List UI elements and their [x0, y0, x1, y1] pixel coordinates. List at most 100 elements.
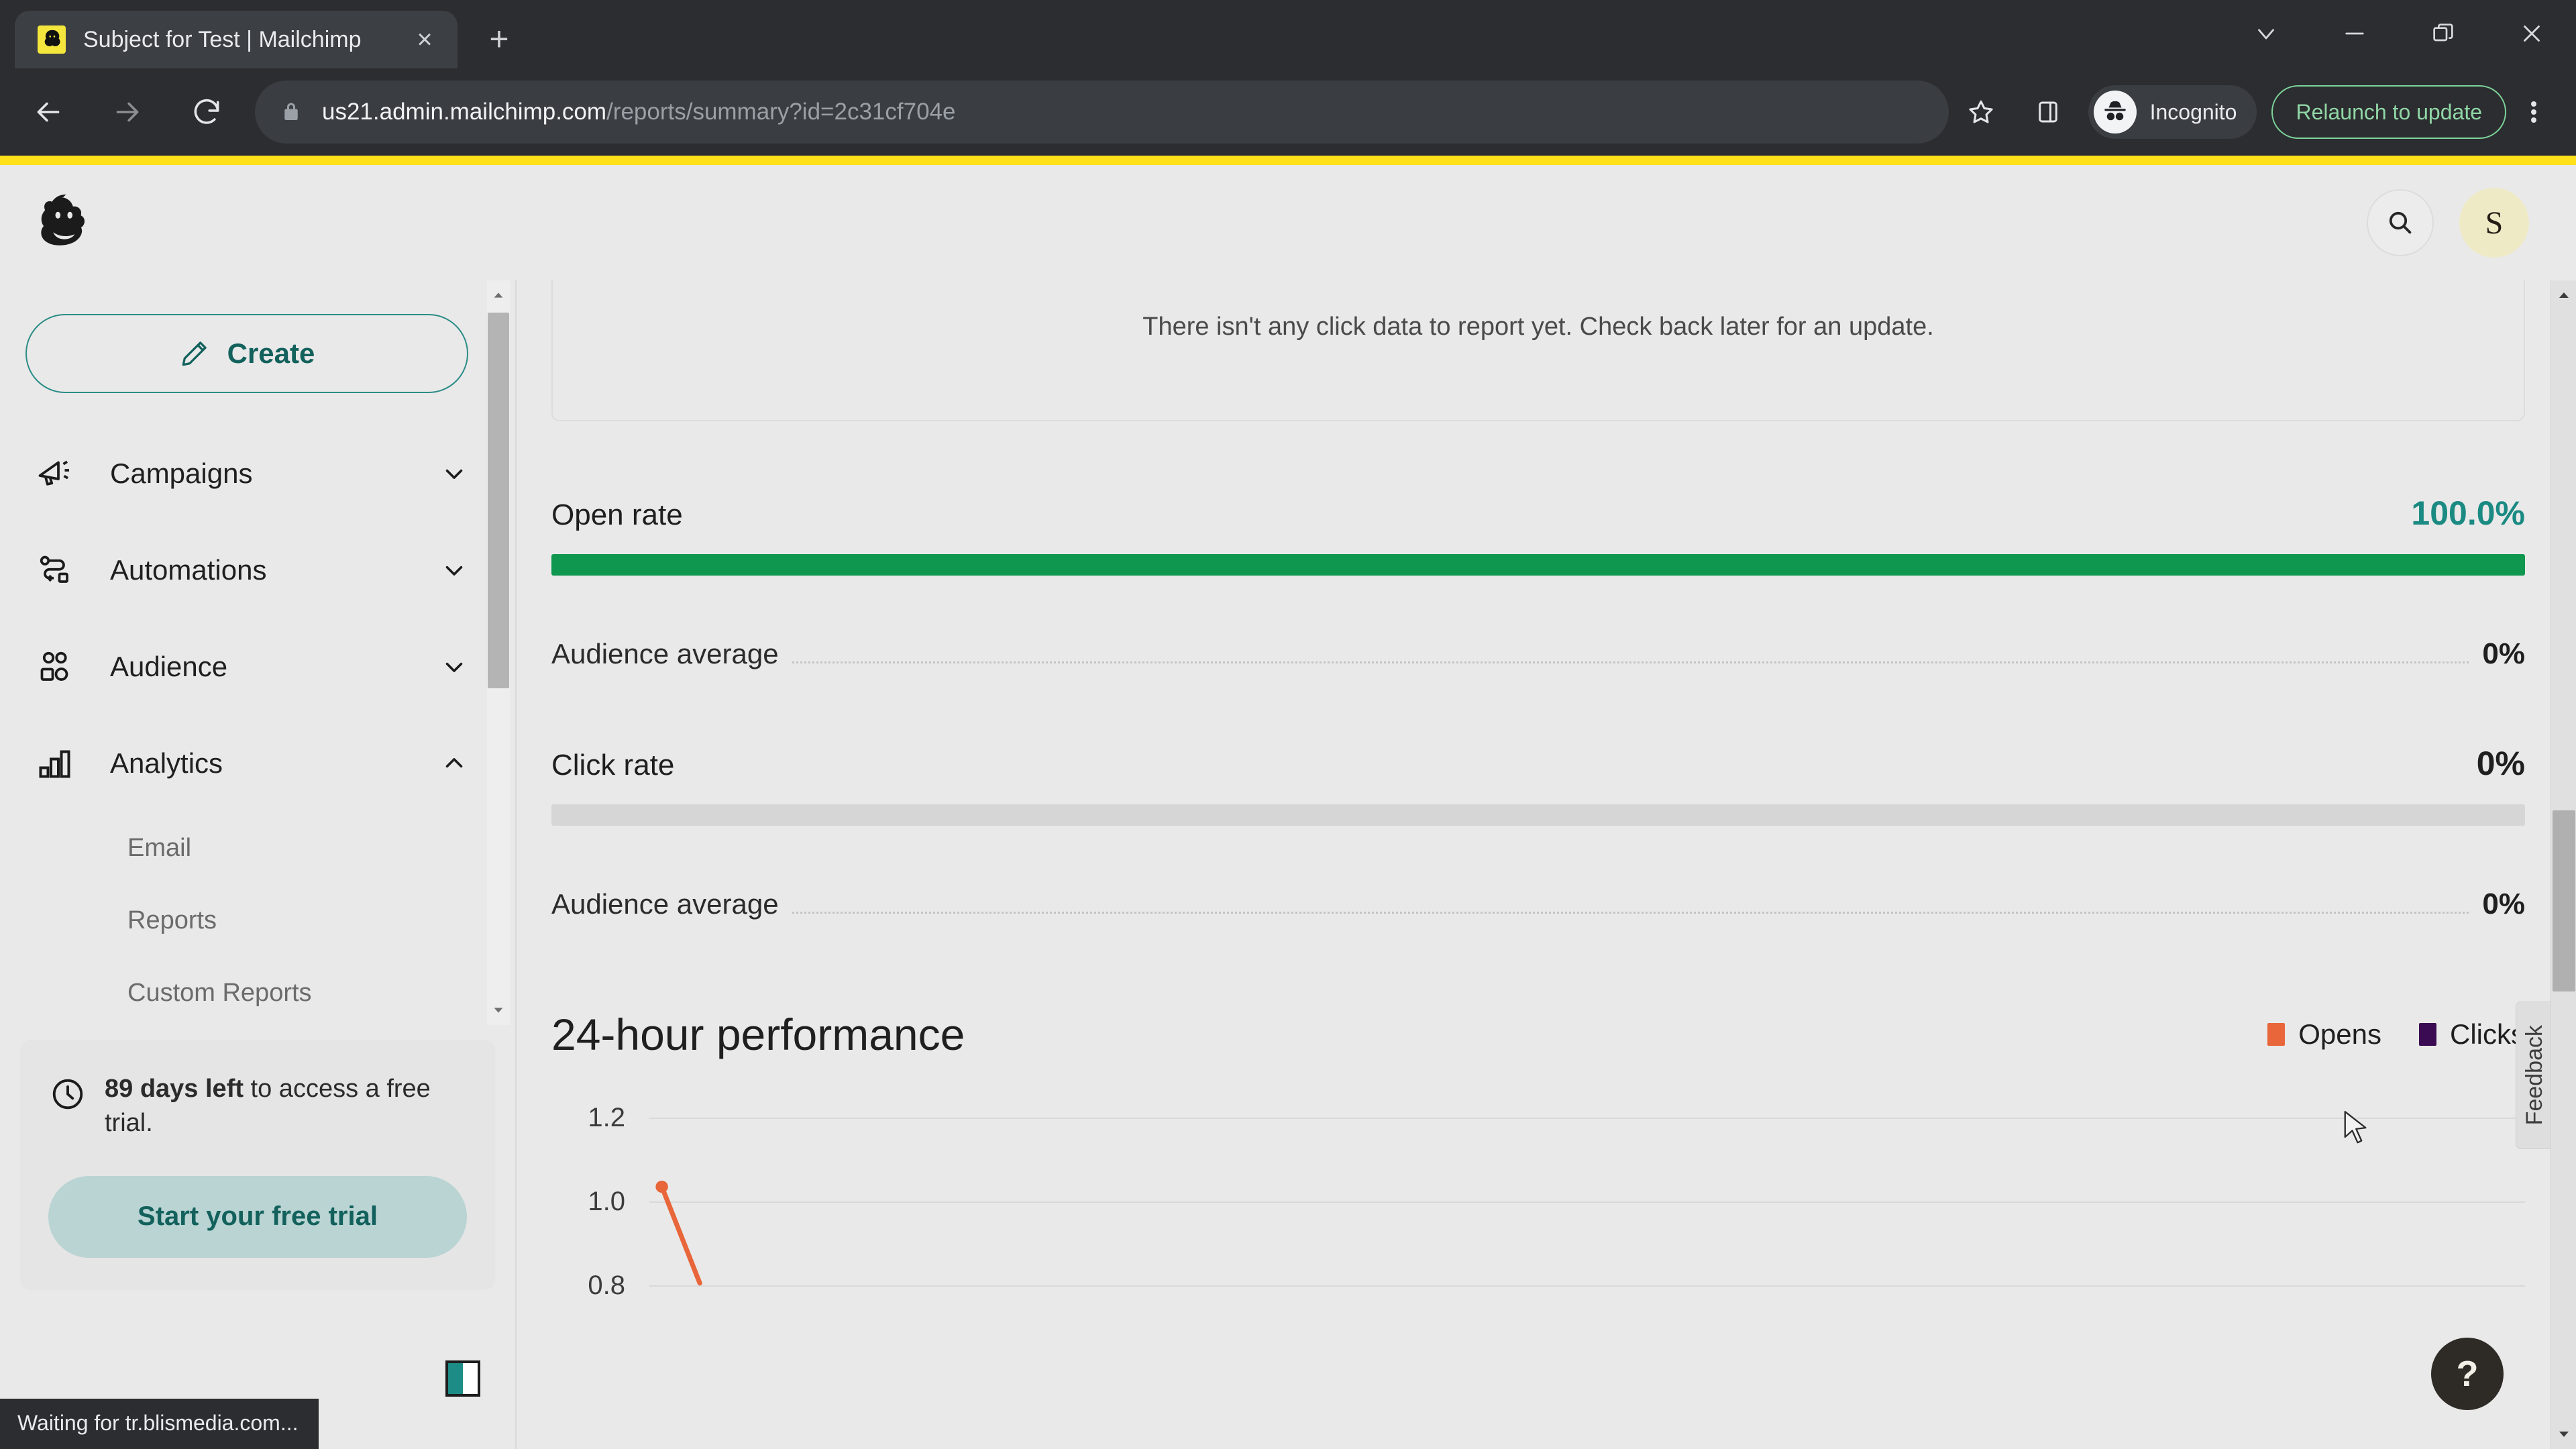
minimize-icon[interactable]	[2310, 0, 2399, 67]
chevron-down-icon[interactable]	[440, 460, 468, 488]
tab-strip: Subject for Test | Mailchimp × +	[0, 0, 2576, 68]
legend-label-clicks: Clicks	[2450, 1018, 2525, 1050]
open-rate-value: 100.0%	[2411, 494, 2525, 532]
dotted-leader	[792, 912, 2469, 914]
side-panel-icon[interactable]	[2020, 84, 2076, 140]
sidebar-subitem-email[interactable]: Email	[0, 812, 515, 884]
new-tab-button[interactable]: +	[475, 15, 523, 63]
click-rate-block: Click rate 0% Audience average 0%	[551, 744, 2525, 922]
pencil-icon	[179, 338, 210, 369]
browser-tab[interactable]: Subject for Test | Mailchimp ×	[15, 11, 458, 68]
feedback-tab-label: Feedback	[2521, 1025, 2547, 1126]
legend-item-clicks[interactable]: Clicks	[2419, 1018, 2525, 1051]
avatar[interactable]: S	[2459, 188, 2529, 258]
open-rate-header: Open rate 100.0%	[551, 494, 2525, 533]
close-icon[interactable]: ×	[407, 21, 443, 58]
open-rate-audience-average-row: Audience average 0%	[551, 637, 2525, 672]
relaunch-to-update-button[interactable]: Relaunch to update	[2271, 85, 2506, 139]
performance-header: 24-hour performance Opens Clicks	[551, 1009, 2525, 1060]
page-viewport: S Create Campaigns Automations Audience …	[0, 156, 2576, 1449]
audience-average-value: 0%	[2482, 637, 2525, 670]
incognito-hat-glasses-icon	[2093, 91, 2137, 133]
browser-toolbar: us21.admin.mailchimp.com/reports/summary…	[0, 68, 2576, 156]
chart-series-opens	[655, 1181, 702, 1286]
dotted-leader	[792, 661, 2469, 663]
close-icon[interactable]	[2487, 0, 2576, 67]
sidebar-subitem-custom-reports[interactable]: Custom Reports	[0, 957, 515, 1025]
megaphone-icon	[35, 453, 86, 494]
click-rate-value: 0%	[2476, 745, 2525, 782]
start-free-trial-button[interactable]: Start your free trial	[48, 1175, 467, 1258]
panel-toggle-icon[interactable]	[445, 1360, 480, 1397]
click-rate-label: Click rate	[551, 749, 675, 782]
incognito-label: Incognito	[2149, 99, 2237, 124]
sidebar-item-label: Campaigns	[110, 458, 253, 489]
url-path: /reports/summary?id=2c31cf704e	[606, 99, 956, 125]
sidebar-item-automations[interactable]: Automations	[0, 522, 515, 619]
lock-icon	[279, 100, 303, 124]
scroll-up-arrow-icon[interactable]	[486, 283, 511, 307]
browser-chrome: Subject for Test | Mailchimp × + us21.ad…	[0, 0, 2576, 156]
page-scrollbar-thumb[interactable]	[2553, 810, 2575, 991]
bar-chart-icon	[35, 743, 86, 784]
scroll-down-arrow-icon[interactable]	[2551, 1421, 2576, 1448]
create-button-label: Create	[227, 337, 315, 369]
sidebar-item-audience[interactable]: Audience	[0, 619, 515, 715]
automation-flow-icon	[35, 550, 86, 590]
app-header-actions: S	[2367, 188, 2529, 258]
sidebar-item-label: Automations	[110, 554, 267, 586]
incognito-indicator[interactable]: Incognito	[2088, 85, 2257, 139]
create-button[interactable]: Create	[25, 314, 468, 393]
page-title: 24-hour performance	[551, 1010, 965, 1059]
scroll-down-arrow-icon[interactable]	[486, 998, 511, 1022]
kebab-menu-icon[interactable]	[2509, 83, 2559, 142]
window-controls	[2222, 0, 2576, 67]
sidebar-item-label: Audience	[110, 651, 228, 682]
scroll-up-arrow-icon[interactable]	[2551, 282, 2576, 309]
mailchimp-freddie-logo[interactable]	[30, 186, 102, 259]
mailchimp-freddie-icon	[38, 25, 66, 54]
url-text: us21.admin.mailchimp.com/reports/summary…	[322, 99, 1925, 125]
sidebar: Create Campaigns Automations Audience An…	[0, 280, 517, 1449]
report-summary: There isn't any click data to report yet…	[517, 280, 2576, 1324]
audience-average-label: Audience average	[551, 888, 779, 920]
audience-average-value: 0%	[2482, 888, 2525, 920]
sidebar-scrollbar-thumb[interactable]	[488, 313, 509, 688]
main-content: There isn't any click data to report yet…	[517, 280, 2576, 1449]
maximize-icon[interactable]	[2399, 0, 2487, 67]
sidebar-scroll-area: Create Campaigns Automations Audience An…	[0, 280, 515, 1025]
sidebar-item-analytics[interactable]: Analytics	[0, 715, 515, 812]
chevron-up-icon[interactable]	[440, 749, 468, 777]
open-rate-block: Open rate 100.0% Audience average 0%	[551, 494, 2525, 672]
page-scrollbar[interactable]	[2551, 280, 2576, 1449]
back-arrow-icon[interactable]	[17, 81, 79, 143]
address-bar[interactable]: us21.admin.mailchimp.com/reports/summary…	[255, 80, 1949, 144]
people-icon	[35, 647, 86, 687]
feedback-tab[interactable]: Feedback	[2516, 1002, 2553, 1149]
sidebar-subitem-reports[interactable]: Reports	[0, 884, 515, 957]
app-header: S	[0, 165, 2576, 280]
legend-item-opens[interactable]: Opens	[2267, 1018, 2381, 1051]
legend-swatch-clicks	[2419, 1023, 2436, 1046]
legend-swatch-opens	[2267, 1023, 2286, 1046]
trial-days-left: 89 days left	[105, 1075, 244, 1103]
brand-accent-bar	[0, 156, 2576, 165]
open-rate-progress-bar	[551, 554, 2525, 576]
help-button[interactable]: ?	[2431, 1338, 2504, 1410]
chevron-down-icon[interactable]	[440, 653, 468, 681]
sidebar-scrollbar[interactable]	[486, 280, 510, 1025]
url-host: us21.admin.mailchimp.com	[322, 99, 607, 125]
sidebar-item-campaigns[interactable]: Campaigns	[0, 425, 515, 522]
tab-title: Subject for Test | Mailchimp	[83, 26, 362, 52]
free-trial-card: 89 days left to access a free trial. Sta…	[20, 1040, 495, 1290]
chevron-down-icon[interactable]	[2222, 0, 2310, 67]
click-data-empty-message: There isn't any click data to report yet…	[1142, 313, 1934, 341]
page-body: Create Campaigns Automations Audience An…	[0, 280, 2576, 1449]
chevron-down-icon[interactable]	[440, 556, 468, 584]
search-icon[interactable]	[2367, 189, 2434, 256]
free-trial-text: 89 days left to access a free trial.	[48, 1072, 467, 1141]
star-icon[interactable]	[1949, 80, 2013, 144]
reload-icon[interactable]	[176, 81, 237, 143]
forward-arrow-icon[interactable]	[97, 81, 158, 143]
open-rate-label: Open rate	[551, 498, 683, 531]
